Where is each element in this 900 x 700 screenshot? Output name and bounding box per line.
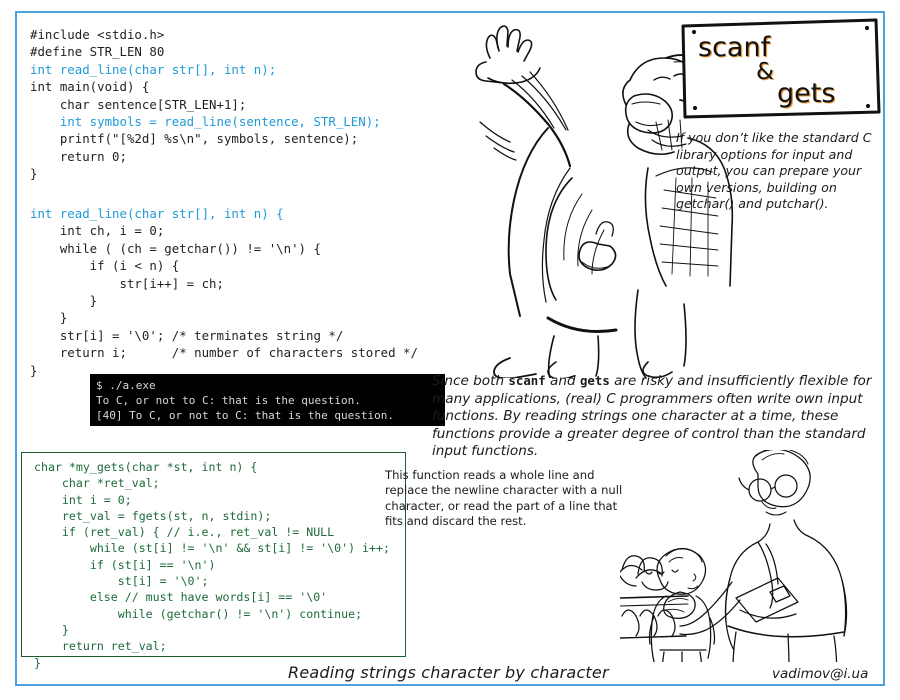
code-read-line-line: str[i++] = ch;: [30, 275, 418, 292]
risky-text-part2: and: [545, 373, 580, 389]
code-my-gets-line: }: [34, 622, 69, 637]
code-main-token: return 0;: [30, 148, 127, 164]
code-read-line-line: }: [30, 292, 418, 309]
code-my-gets-line: st[i] = '\0';: [34, 574, 209, 589]
code-my-gets-line: ret_val = fgets(st, n, stdin);: [34, 508, 272, 523]
code-read-line-token: str[i] = '\0'; /* terminates string */: [30, 327, 344, 343]
code-read-line-token: }: [30, 293, 98, 309]
code-read-line-token: }: [30, 310, 68, 326]
intro-paragraph: If you don’t like the standard C library…: [676, 130, 872, 212]
code-my-gets-line: while (st[i] != '\n' && st[i] != '\0') i…: [34, 541, 390, 556]
code-read-line-token: return i; /* number of characters stored…: [30, 345, 418, 361]
plaque-word-ampersand: &: [756, 59, 774, 85]
code-block-my-gets: char *my_gets(char *st, int n) { char *r…: [34, 459, 390, 671]
code-main-line: int symbols = read_line(sentence, STR_LE…: [30, 113, 381, 130]
code-block-read-line: int read_line(char str[], int n) { int c…: [30, 205, 418, 379]
code-read-line-line: while ( (ch = getchar()) != '\n') {: [30, 240, 418, 257]
code-my-gets-line: char *ret_val;: [34, 476, 160, 491]
illustration-classroom: [620, 450, 885, 662]
code-my-gets-line: if (ret_val) { // i.e., ret_val != NULL: [34, 525, 335, 540]
code-read-line-line: int ch, i = 0;: [30, 222, 418, 239]
code-main-token: int read_line(char str[], int n);: [30, 61, 277, 77]
code-my-gets-line: if (st[i] == '\n'): [34, 557, 216, 572]
code-main-line: #include <stdio.h>: [30, 26, 381, 43]
risky-text-part1: Since both: [432, 373, 509, 389]
code-my-gets-line: return ret_val;: [34, 639, 167, 654]
code-main-token: }: [30, 166, 38, 182]
terminal-line: To C, or not to C: that is the question.: [96, 394, 361, 407]
code-main-line: #define STR_LEN 80: [30, 43, 381, 60]
code-my-gets-line: else // must have words[i] == '\0': [34, 590, 328, 605]
code-my-gets-line: int i = 0;: [34, 492, 132, 507]
code-main-line: printf("[%2d] %s\n", symbols, sentence);: [30, 130, 381, 147]
code-read-line-token: int ch, i = 0;: [30, 223, 165, 239]
slide-caption: Reading strings character by character: [288, 663, 609, 682]
code-my-gets-line: char *my_gets(char *st, int n) {: [34, 460, 258, 474]
plaque-word-gets: gets: [777, 78, 836, 109]
code-main-token: #define STR_LEN 80: [30, 44, 165, 60]
code-main-line: return 0;: [30, 148, 381, 165]
code-main-line: char sentence[STR_LEN+1];: [30, 96, 381, 113]
terminal-output: $ ./a.exe To C, or not to C: that is the …: [90, 374, 445, 426]
code-read-line-line: }: [30, 309, 418, 326]
code-read-line-line: str[i] = '\0'; /* terminates string */: [30, 327, 418, 344]
code-block-main: #include <stdio.h> #define STR_LEN 80 int …: [30, 26, 381, 183]
function-note-paragraph: This function reads a whole line and rep…: [385, 468, 623, 529]
code-read-line-token: str[i++] = ch;: [30, 275, 224, 291]
code-my-gets-line: while (getchar() != '\n') continue;: [34, 606, 363, 621]
inline-code-scanf: scanf: [508, 373, 546, 388]
code-main-token: printf("[%2d] %s\n", symbols, sentence);: [30, 131, 359, 147]
risky-paragraph: Since both scanf and gets are risky and …: [432, 372, 884, 461]
code-read-line-token: if (i < n) {: [30, 258, 180, 274]
code-main-line: int main(void) {: [30, 78, 381, 95]
terminal-line: $ ./a.exe: [96, 379, 156, 392]
code-read-line-token: while ( (ch = getchar()) != '\n') {: [30, 240, 321, 256]
code-read-line-line: return i; /* number of characters stored…: [30, 344, 418, 361]
code-box-my-gets: char *my_gets(char *st, int n) { char *r…: [21, 452, 406, 670]
code-main-line: }: [30, 165, 381, 182]
terminal-line: [40] To C, or not to C: that is the ques…: [96, 409, 395, 422]
code-main-token: int symbols = read_line(sentence, STR_LE…: [30, 114, 381, 130]
code-read-line-token: }: [30, 362, 38, 378]
author-attribution: vadimov@i.ua: [772, 666, 869, 682]
code-read-line-line: if (i < n) {: [30, 257, 418, 274]
code-main-line: int read_line(char str[], int n);: [30, 61, 381, 78]
code-read-line-line: int read_line(char str[], int n) {: [30, 205, 418, 222]
code-main-token: int main(void) {: [30, 79, 150, 95]
title-plaque: scanf & gets: [676, 16, 884, 122]
code-main-token: char sentence[STR_LEN+1];: [30, 96, 247, 112]
code-read-line-token: int read_line(char str[], int n) {: [30, 206, 284, 221]
slide-canvas: #include <stdio.h> #define STR_LEN 80 int …: [0, 0, 900, 700]
code-main-token: #include <stdio.h>: [30, 27, 165, 42]
inline-code-gets: gets: [579, 373, 610, 388]
